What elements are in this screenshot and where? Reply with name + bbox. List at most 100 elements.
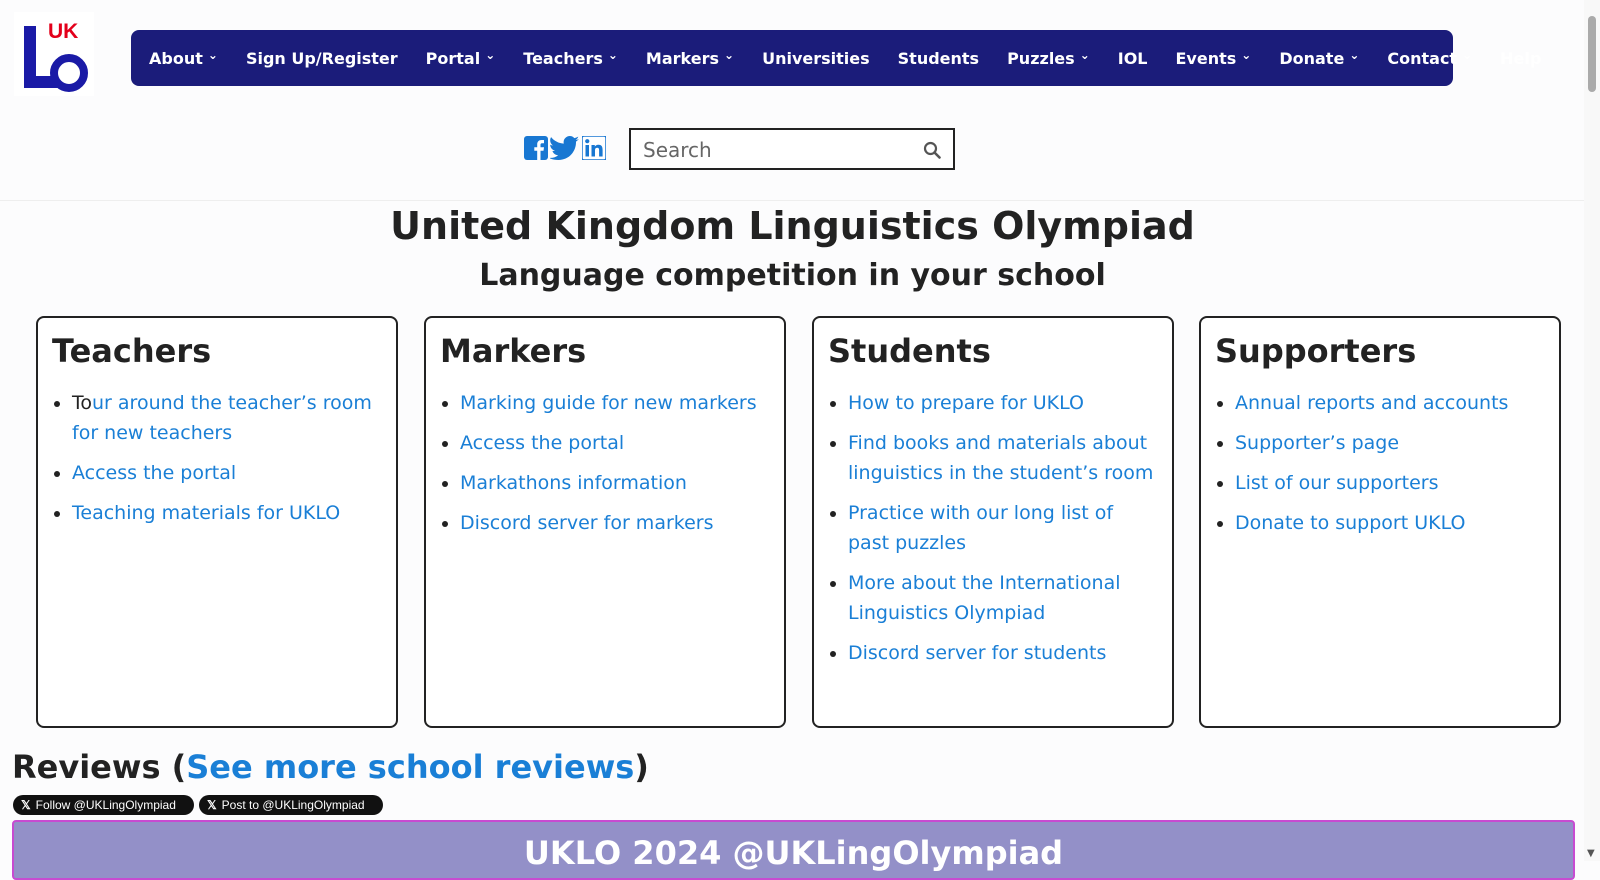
facebook-icon[interactable] xyxy=(524,136,548,160)
nav-item-markers[interactable]: Markers ⌄ xyxy=(645,48,734,68)
chevron-down-icon: ⌄ xyxy=(1079,48,1090,62)
list-item: Donate to support UKLO xyxy=(1235,508,1545,538)
chevron-down-icon: ⌄ xyxy=(1349,48,1360,62)
header-divider xyxy=(0,200,1600,201)
card-link[interactable]: Annual reports and accounts xyxy=(1235,392,1508,414)
twitter-post-button[interactable]: 𝕏 Post to @UKLingOlympiad xyxy=(199,795,383,815)
list-item: Practice with our long list of past puzz… xyxy=(848,498,1158,558)
nav-item-about[interactable]: About ⌄ xyxy=(149,48,218,68)
nav-item-label: Sign Up/Register xyxy=(245,48,398,68)
nav-item-label: Universities xyxy=(762,48,870,68)
chevron-down-icon: ⌄ xyxy=(485,48,496,62)
nav-item-students[interactable]: Students xyxy=(898,49,979,68)
list-item: More about the International Linguistics… xyxy=(848,568,1158,628)
nav-item-portal[interactable]: Portal ⌄ xyxy=(425,48,496,68)
nav-item-sign-up-register[interactable]: Sign Up/Register xyxy=(246,49,398,68)
nav-item-contact[interactable]: Contact ⌄ xyxy=(1387,48,1473,68)
card-teachers: Teachers Tour around the teacher’s room f… xyxy=(36,316,398,728)
logo-o-shape xyxy=(50,54,88,92)
nav-item-events[interactable]: Events ⌄ xyxy=(1175,48,1252,68)
nav-item-puzzles[interactable]: Puzzles ⌄ xyxy=(1007,48,1090,68)
x-logo-icon: 𝕏 xyxy=(207,798,217,812)
card-link[interactable]: ur around the teacher’s room for new tea… xyxy=(72,392,372,444)
card-link[interactable]: How to prepare for UKLO xyxy=(848,392,1084,414)
twitter-post-label: Post to @UKLingOlympiad xyxy=(221,798,365,812)
uklo-logo[interactable]: UK xyxy=(14,12,94,96)
chevron-down-icon: ⌄ xyxy=(607,48,618,62)
page-scrollbar[interactable]: ▼ xyxy=(1584,0,1600,861)
list-item: Annual reports and accounts xyxy=(1235,388,1545,418)
card-supporters: Supporters Annual reports and accounts Sup… xyxy=(1199,316,1561,728)
card-link-list: How to prepare for UKLO Find books and ma… xyxy=(828,388,1158,668)
card-link[interactable]: Markathons information xyxy=(460,472,687,494)
card-link[interactable]: Access the portal xyxy=(72,462,236,484)
chevron-down-icon: ⌄ xyxy=(1241,48,1252,62)
see-more-reviews-link[interactable]: See more school reviews xyxy=(186,748,634,786)
twitter-feed-banner: UKLO 2024 @UKLingOlympiad xyxy=(12,820,1575,880)
list-item: List of our supporters xyxy=(1235,468,1545,498)
card-link[interactable]: Find books and materials about linguisti… xyxy=(848,432,1153,484)
chevron-down-icon: ⌄ xyxy=(207,48,218,62)
card-link[interactable]: Practice with our long list of past puzz… xyxy=(848,502,1113,554)
nav-item-label: Contact xyxy=(1387,48,1458,68)
search-icon[interactable] xyxy=(923,141,941,159)
card-link[interactable]: Discord server for markers xyxy=(460,512,714,534)
nav-item-label: Events xyxy=(1175,48,1237,68)
reviews-heading: Reviews (See more school reviews) xyxy=(12,748,649,786)
list-item: Marking guide for new markers xyxy=(460,388,770,418)
nav-item-donate[interactable]: Donate ⌄ xyxy=(1279,48,1360,68)
scrollbar-thumb[interactable] xyxy=(1588,16,1596,92)
search-input[interactable] xyxy=(641,135,915,165)
card-heading: Students xyxy=(828,332,991,370)
list-item: Discord server for students xyxy=(848,638,1158,668)
logo-uk-text: UK xyxy=(48,20,79,43)
social-links xyxy=(524,136,606,160)
card-heading: Teachers xyxy=(52,332,212,370)
linkedin-icon[interactable] xyxy=(582,136,606,160)
page-subtitle: Language competition in your school xyxy=(479,258,1106,293)
card-link-list: Marking guide for new markers Access the … xyxy=(440,388,770,538)
nav-item-iol[interactable]: IOL xyxy=(1118,49,1148,68)
card-link[interactable]: Marking guide for new markers xyxy=(460,392,757,414)
card-link-list: Annual reports and accounts Supporter’s p… xyxy=(1215,388,1545,538)
banner-title: UKLO 2024 @UKLingOlympiad xyxy=(523,834,1064,872)
list-item: Tour around the teacher’s room for new t… xyxy=(72,388,382,448)
nav-item-universities[interactable]: Universities xyxy=(762,49,870,68)
reviews-label: Reviews ( xyxy=(12,748,187,786)
card-link[interactable]: Teaching materials for UKLO xyxy=(72,502,340,524)
card-link[interactable]: Discord server for students xyxy=(848,642,1106,664)
nav-item-label: Markers xyxy=(645,48,720,68)
nav-item-label: Students xyxy=(897,48,980,68)
card-link[interactable]: Donate to support UKLO xyxy=(1235,512,1465,534)
nav-item-help[interactable]: Help xyxy=(1500,49,1541,68)
scroll-down-arrow-icon[interactable]: ▼ xyxy=(1587,848,1595,859)
page-title: United Kingdom Linguistics Olympiad xyxy=(390,204,1195,248)
list-item: Teaching materials for UKLO xyxy=(72,498,382,528)
twitter-follow-label: Follow @UKLingOlympiad xyxy=(35,798,176,812)
nav-item-teachers[interactable]: Teachers ⌄ xyxy=(523,48,618,68)
nav-item-label: Help xyxy=(1500,48,1542,68)
chevron-down-icon: ⌄ xyxy=(1462,48,1473,62)
card-link-list: Tour around the teacher’s room for new t… xyxy=(52,388,382,528)
card-heading: Markers xyxy=(440,332,587,370)
list-item: Access the portal xyxy=(72,458,382,488)
list-item: Discord server for markers xyxy=(460,508,770,538)
list-item: Supporter’s page xyxy=(1235,428,1545,458)
card-link[interactable]: List of our supporters xyxy=(1235,472,1438,494)
list-item: Find books and materials about linguisti… xyxy=(848,428,1158,488)
card-students: Students How to prepare for UKLO Find book… xyxy=(812,316,1174,728)
card-markers: Markers Marking guide for new markers Acce… xyxy=(424,316,786,728)
twitter-follow-button[interactable]: 𝕏 Follow @UKLingOlympiad xyxy=(13,795,194,815)
x-logo-icon: 𝕏 xyxy=(21,798,31,812)
nav-item-label: Portal xyxy=(425,48,481,68)
nav-item-label: About xyxy=(149,48,203,68)
nav-item-label: Donate xyxy=(1279,48,1345,68)
twitter-icon[interactable] xyxy=(550,136,580,160)
card-link[interactable]: More about the International Linguistics… xyxy=(848,572,1121,624)
search-box xyxy=(629,128,955,170)
list-item: How to prepare for UKLO xyxy=(848,388,1158,418)
reviews-close: ) xyxy=(634,748,649,786)
card-link[interactable]: Supporter’s page xyxy=(1235,432,1399,454)
nav-item-label: Puzzles xyxy=(1007,48,1075,68)
card-link[interactable]: Access the portal xyxy=(460,432,624,454)
